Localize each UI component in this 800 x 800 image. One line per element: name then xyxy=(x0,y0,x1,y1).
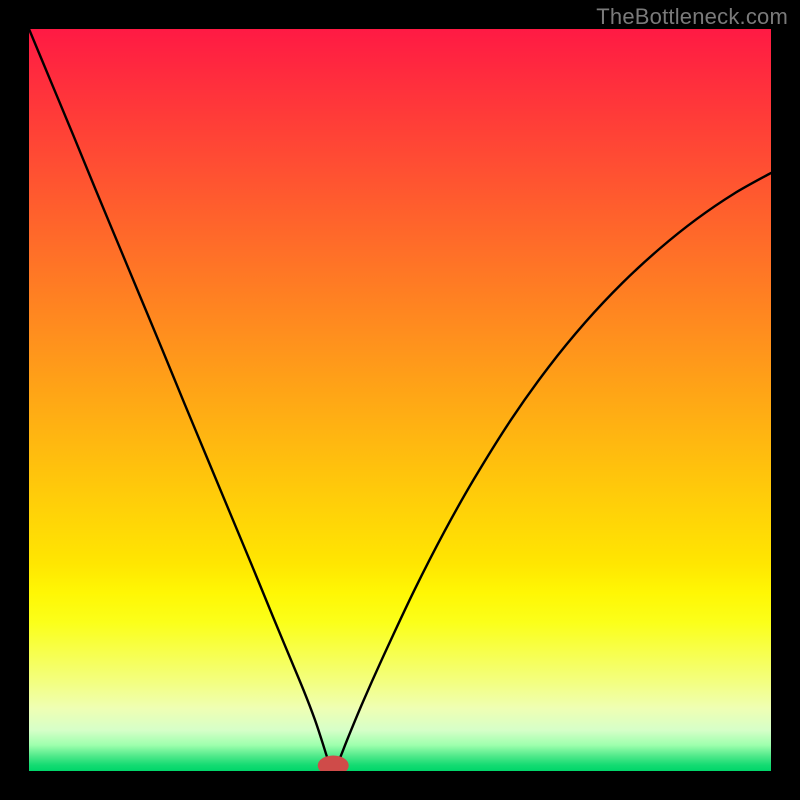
chart-background-gradient xyxy=(29,29,771,771)
watermark-text: TheBottleneck.com xyxy=(596,4,788,30)
bottleneck-chart xyxy=(29,29,771,771)
chart-frame xyxy=(29,29,771,771)
